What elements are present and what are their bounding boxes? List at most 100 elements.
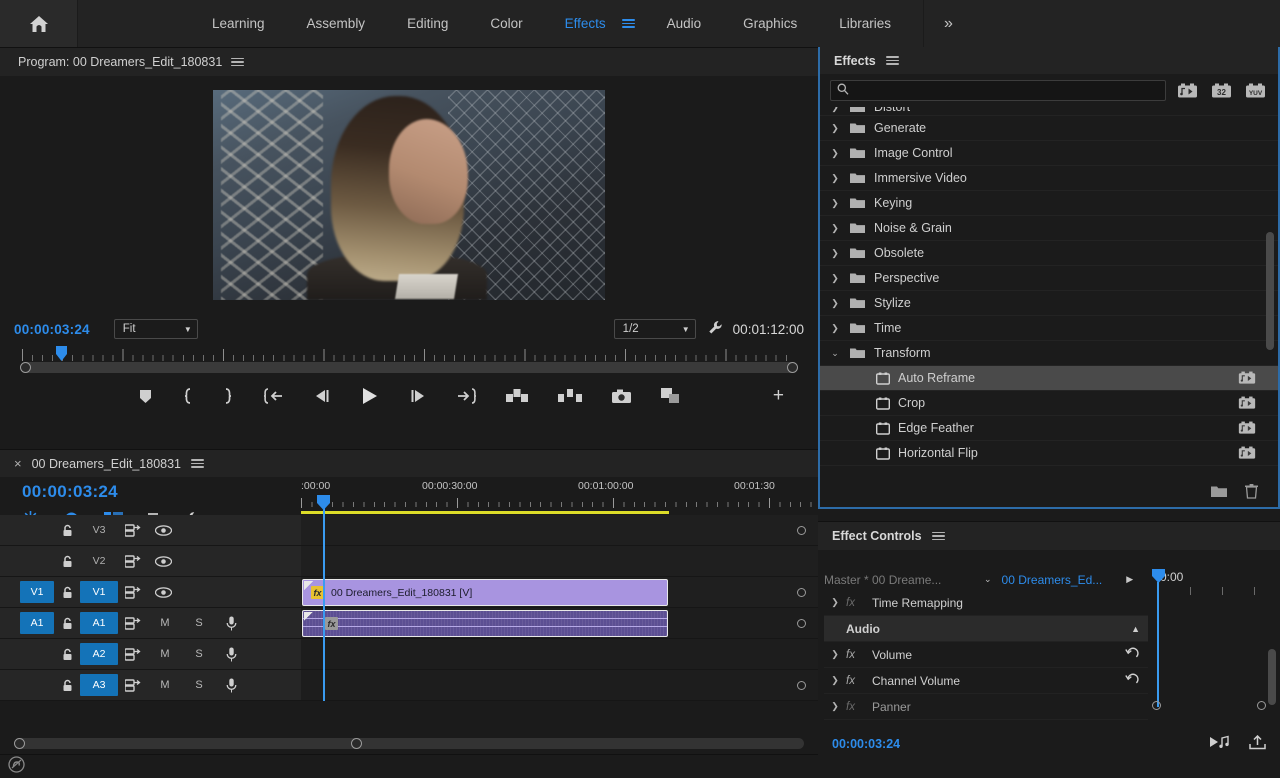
chevron-right-icon[interactable]: ❯ [820,198,850,209]
effects-panel-menu-icon[interactable] [886,54,899,67]
export-frame-icon[interactable] [1249,735,1266,753]
32-bit-color-filter[interactable]: 32 [1208,80,1234,101]
tab-learning[interactable]: Learning [202,0,275,47]
tab-audio[interactable]: Audio [657,0,712,47]
zoom-handle-right[interactable] [787,362,798,373]
track-name-V2[interactable]: V2 [80,550,118,572]
source-patch-V2[interactable] [20,550,54,572]
more-workspaces-icon[interactable]: » [924,0,973,47]
toggle-output-V3-icon[interactable] [148,525,178,536]
tab-assembly[interactable]: Assembly [297,0,376,47]
timeline-clip-video[interactable]: fx 00 Dreamers_Edit_180831 [V] [302,579,668,606]
lock-track-V2-icon[interactable] [54,555,80,568]
step-forward-button[interactable] [409,389,426,403]
sync-lock-V2-icon[interactable] [118,555,148,568]
lock-track-A3-icon[interactable] [54,679,80,692]
ec-row-volume[interactable]: ❯ fx Volume [824,642,1148,668]
close-icon[interactable]: × [14,456,22,471]
effect-controls-timeline[interactable]: 0:00 [1150,569,1280,716]
go-to-out-button[interactable] [456,388,476,404]
sync-lock-A1-icon[interactable] [118,617,148,630]
accelerated-effects-filter[interactable] [1174,80,1200,101]
tab-effects[interactable]: Effects [555,0,616,47]
home-button[interactable] [0,0,78,47]
track-header-V2[interactable]: V2 [0,546,301,576]
chevron-right-icon[interactable]: ❯ [820,273,850,284]
effects-tree-row-time[interactable]: ❯ Time [820,316,1278,341]
effect-controls-menu-icon[interactable] [932,529,945,542]
effects-tree-row-keying[interactable]: ❯ Keying [820,191,1278,216]
mute-track-A3[interactable]: M [148,679,182,691]
program-playhead[interactable] [56,346,67,360]
track-header-V1[interactable]: V1 V1 [0,577,301,607]
chevron-right-icon[interactable]: ❯ [820,148,850,159]
yuv-effects-filter[interactable]: YUV [1242,80,1268,101]
step-back-button[interactable] [314,389,331,403]
source-patch-V1[interactable]: V1 [20,581,54,603]
play-audio-only-icon[interactable] [1209,735,1229,752]
link-status-icon[interactable] [8,756,25,778]
chevron-up-icon[interactable]: ▲ [1131,624,1140,634]
effects-tree[interactable]: ❯ Distort ❯ Generate ❯ Image Control ❯ I… [820,107,1278,481]
chevron-down-icon[interactable]: ⌄ [820,348,850,359]
effects-tree-row-auto-reframe[interactable]: Auto Reframe [820,366,1278,391]
effects-tree-scrollbar[interactable] [1266,232,1274,350]
sync-lock-V3-icon[interactable] [118,524,148,537]
new-custom-bin-icon[interactable] [1211,485,1227,503]
program-monitor-menu-icon[interactable] [231,55,244,68]
track-area-A1[interactable]: fx [301,608,818,638]
ec-row-channel-volume[interactable]: ❯ fx Channel Volume [824,668,1148,694]
timeline-horizontal-scrollbar[interactable] [14,738,804,749]
effects-tree-row-edge-feather[interactable]: Edge Feather [820,416,1278,441]
chevron-right-icon[interactable]: ❯ [824,675,846,686]
effects-workspace-menu-icon[interactable] [622,17,635,30]
extract-button[interactable] [558,388,582,404]
search-input[interactable] [854,85,1149,97]
mark-in-button[interactable] [182,388,193,404]
timeline-menu-icon[interactable] [191,457,204,470]
reset-parameter-icon[interactable] [1125,673,1140,689]
reset-parameter-icon[interactable] [1125,647,1140,663]
track-area-A3[interactable] [301,670,818,700]
toggle-output-V1-icon[interactable] [148,587,178,598]
effects-tree-row-stylize[interactable]: ❯ Stylize [820,291,1278,316]
source-patch-A3[interactable] [20,674,54,696]
tab-libraries[interactable]: Libraries [829,0,901,47]
track-header-A3[interactable]: A3 M S [0,670,301,700]
mark-out-button[interactable] [223,388,234,404]
play-triangle-icon[interactable]: ▶ [1126,574,1133,585]
chevron-right-icon[interactable]: ❯ [820,123,850,134]
ec-playhead[interactable] [1152,569,1165,583]
ec-zoom-handle-right[interactable] [1257,701,1266,710]
tab-graphics[interactable]: Graphics [733,0,807,47]
timeline-zoom-handle-right[interactable] [351,738,362,749]
tab-editing[interactable]: Editing [397,0,458,47]
solo-track-A2[interactable]: S [182,648,216,660]
track-area-A2[interactable] [301,639,818,669]
voice-record-A1-icon[interactable] [216,616,246,631]
effects-tree-row-transform[interactable]: ⌄ Transform [820,341,1278,366]
ec-row-panner[interactable]: ❯ fx Panner [824,694,1148,720]
track-area-V1[interactable]: fx 00 Dreamers_Edit_180831 [V] [301,577,818,607]
button-editor-button[interactable]: + [773,385,784,407]
track-name-A2[interactable]: A2 [80,643,118,665]
effects-tree-row-noise-grain[interactable]: ❯ Noise & Grain [820,216,1278,241]
go-to-in-button[interactable] [264,388,284,404]
effects-search-field[interactable] [830,80,1166,101]
source-patch-V3[interactable] [20,519,54,541]
mute-track-A1[interactable]: M [148,617,182,629]
chevron-right-icon[interactable]: ❯ [824,649,846,660]
chevron-right-icon[interactable]: ❯ [820,223,850,234]
voice-record-A2-icon[interactable] [216,647,246,662]
lock-track-A2-icon[interactable] [54,648,80,661]
chevron-right-icon[interactable]: ❯ [820,173,850,184]
effects-tree-row-image-control[interactable]: ❯ Image Control [820,141,1278,166]
export-frame-button[interactable] [612,389,631,404]
ec-zoom-handle-left[interactable] [1152,701,1161,710]
program-monitor-stage[interactable] [0,76,818,313]
timeline-playhead[interactable] [317,495,330,510]
program-duration-timecode[interactable]: 00:01:12:00 [733,322,804,337]
chevron-right-icon[interactable]: ❯ [824,597,846,608]
timeline-zoom-handle-left[interactable] [14,738,25,749]
lock-track-A1-icon[interactable] [54,617,80,630]
